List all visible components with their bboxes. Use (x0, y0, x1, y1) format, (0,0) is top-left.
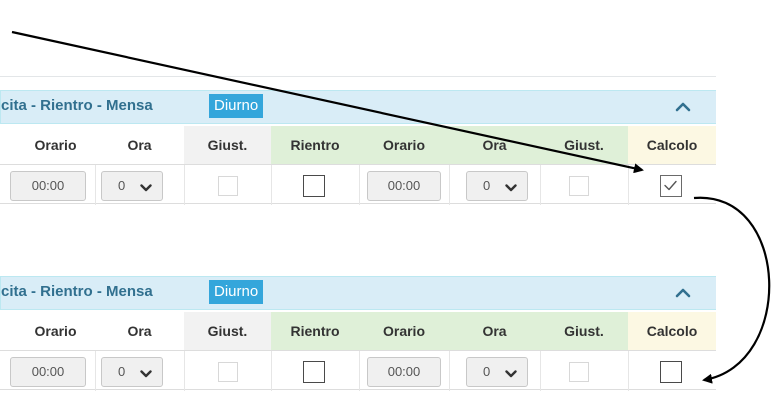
ora-uscita-value: 0 (118, 364, 126, 379)
calcolo-checkbox[interactable] (660, 175, 682, 197)
col-calcolo: Calcolo (628, 126, 716, 164)
panel-top-border (0, 76, 716, 77)
giust-uscita-checkbox[interactable] (218, 176, 238, 196)
panel-heading: cita - Rientro - Mensa Diurno (0, 90, 716, 124)
orario-uscita-input[interactable]: 00:00 (10, 171, 86, 201)
col-ora: Ora (127, 137, 152, 153)
chevron-up-icon[interactable] (673, 283, 693, 303)
ora-uscita-select[interactable]: 0 (101, 171, 163, 201)
chevron-down-icon (505, 181, 517, 196)
ora-rientro-value: 0 (483, 178, 491, 193)
calcolo-checkbox[interactable] (660, 361, 682, 383)
chevron-down-icon (505, 367, 517, 382)
ora-uscita-value: 0 (118, 178, 126, 193)
col-orario-rientro: Orario (359, 312, 449, 350)
col-ora-rientro: Ora (449, 312, 540, 350)
col-ora: Ora (127, 323, 152, 339)
shift-badge: Diurno (209, 280, 264, 304)
table-row: 00:00 0 00:00 0 (0, 350, 716, 391)
col-rientro: Rientro (271, 312, 359, 350)
checkmark-icon (664, 180, 677, 191)
col-giust: Giust. (184, 312, 271, 350)
col-rientro: Rientro (271, 126, 359, 164)
chevron-down-icon (140, 367, 152, 382)
giust-rientro-checkbox[interactable] (569, 362, 589, 382)
chevron-up-icon[interactable] (673, 97, 693, 117)
ora-rientro-select[interactable]: 0 (466, 171, 528, 201)
column-header-row: Orario Ora Giust. Rientro Orario Ora Giu… (0, 312, 716, 350)
panel-title: cita - Rientro - Mensa (1, 97, 153, 114)
panel-heading: cita - Rientro - Mensa Diurno (0, 276, 716, 310)
col-orario-rientro: Orario (359, 126, 449, 164)
ora-uscita-select[interactable]: 0 (101, 357, 163, 387)
shift-badge: Diurno (209, 94, 264, 118)
col-giust: Giust. (184, 126, 271, 164)
orario-uscita-input[interactable]: 00:00 (10, 357, 86, 387)
col-giust-rientro: Giust. (540, 312, 628, 350)
column-header-row: Orario Ora Giust. Rientro Orario Ora Giu… (0, 126, 716, 164)
rientro-checkbox[interactable] (303, 361, 325, 383)
giust-uscita-checkbox[interactable] (218, 362, 238, 382)
ora-rientro-value: 0 (483, 364, 491, 379)
ora-rientro-select[interactable]: 0 (466, 357, 528, 387)
chevron-down-icon (140, 181, 152, 196)
table-row: 00:00 0 00:00 0 (0, 164, 716, 205)
col-ora-rientro: Ora (449, 126, 540, 164)
col-orario: Orario (34, 137, 77, 153)
col-calcolo: Calcolo (628, 312, 716, 350)
rientro-checkbox[interactable] (303, 175, 325, 197)
panel-title: cita - Rientro - Mensa (1, 283, 153, 300)
orario-rientro-input[interactable]: 00:00 (367, 357, 441, 387)
col-giust-rientro: Giust. (540, 126, 628, 164)
orario-rientro-input[interactable]: 00:00 (367, 171, 441, 201)
giust-rientro-checkbox[interactable] (569, 176, 589, 196)
col-orario: Orario (34, 323, 77, 339)
